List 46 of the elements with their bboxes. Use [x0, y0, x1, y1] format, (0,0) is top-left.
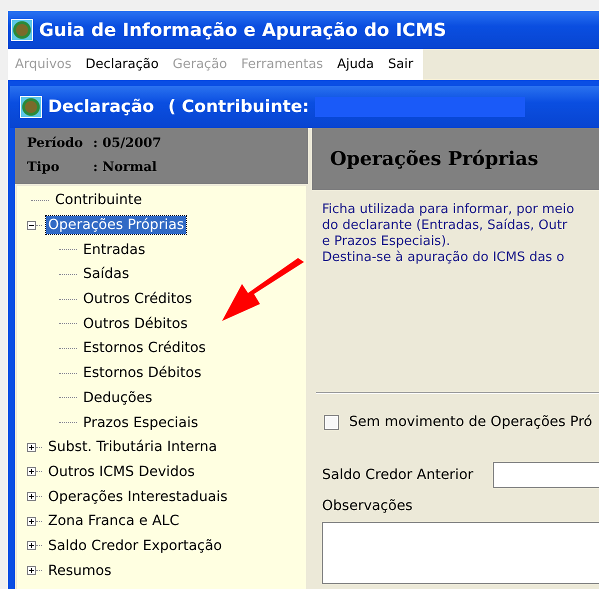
- window-title: Guia de Informação e Apuração do ICMS: [39, 20, 446, 40]
- tree-item[interactable]: Saldo Credor Exportação: [46, 536, 224, 555]
- tree-item[interactable]: Outros ICMS Devidos: [46, 462, 197, 481]
- menu-item[interactable]: Declaração: [86, 57, 159, 72]
- expand-icon[interactable]: [27, 541, 36, 550]
- tree-item[interactable]: Deduções: [81, 388, 154, 407]
- info-value: : 05/2007: [93, 136, 162, 153]
- info-label: Tipo: [27, 160, 60, 177]
- description-line: Destina-se à apuração do ICMS das o: [322, 250, 566, 266]
- tree-item[interactable]: Resumos: [46, 562, 114, 580]
- description-line: e Prazos Especiais).: [322, 234, 452, 250]
- expand-icon[interactable]: [27, 566, 36, 576]
- tree-item[interactable]: Saídas: [81, 265, 132, 284]
- tree-item[interactable]: Estornos Débitos: [81, 364, 204, 382]
- menu-item[interactable]: Sair: [388, 57, 414, 72]
- tree-item[interactable]: Outros Créditos: [81, 290, 194, 308]
- checkbox[interactable]: [324, 414, 339, 430]
- tree-item[interactable]: Estornos Créditos: [81, 339, 208, 358]
- tree-item[interactable]: Prazos Especiais: [81, 414, 200, 432]
- description-line: Ficha utilizada para informar, por meio: [322, 202, 576, 218]
- expand-icon[interactable]: [27, 442, 36, 452]
- crest-icon: [20, 96, 42, 118]
- tree-item[interactable]: Operações Próprias: [46, 216, 186, 234]
- child-window-title: Declaração: [48, 97, 154, 117]
- panel-heading: Operações Próprias: [330, 148, 538, 170]
- field-label: Observações: [322, 498, 414, 514]
- contribuinte-label: ( Contribuinte:: [168, 97, 310, 117]
- checkbox-label: Sem movimento de Operações Pró: [349, 414, 592, 430]
- tree-item[interactable]: Subst. Tributária Interna: [46, 438, 220, 456]
- info-label: Período: [27, 136, 84, 153]
- text-area[interactable]: [322, 522, 599, 584]
- crest-icon: [11, 19, 33, 41]
- tree-item[interactable]: Entradas: [81, 240, 148, 259]
- collapse-icon[interactable]: [27, 220, 36, 230]
- expand-icon[interactable]: [27, 492, 36, 502]
- tree-item[interactable]: Outros Débitos: [81, 314, 190, 333]
- tree-item[interactable]: Zona Franca e ALC: [46, 512, 182, 530]
- description-line: do declarante (Entradas, Saídas, Outr: [322, 218, 568, 234]
- tree-item[interactable]: Operações Interestaduais: [46, 488, 230, 506]
- field-label: Saldo Credor Anterior: [322, 467, 474, 483]
- tree-item[interactable]: Contribuinte: [53, 191, 144, 210]
- info-value: : Normal: [93, 160, 157, 177]
- expand-icon[interactable]: [27, 516, 36, 526]
- menu-item[interactable]: Ajuda: [337, 57, 374, 72]
- expand-icon[interactable]: [27, 467, 36, 476]
- input-field[interactable]: [493, 462, 599, 488]
